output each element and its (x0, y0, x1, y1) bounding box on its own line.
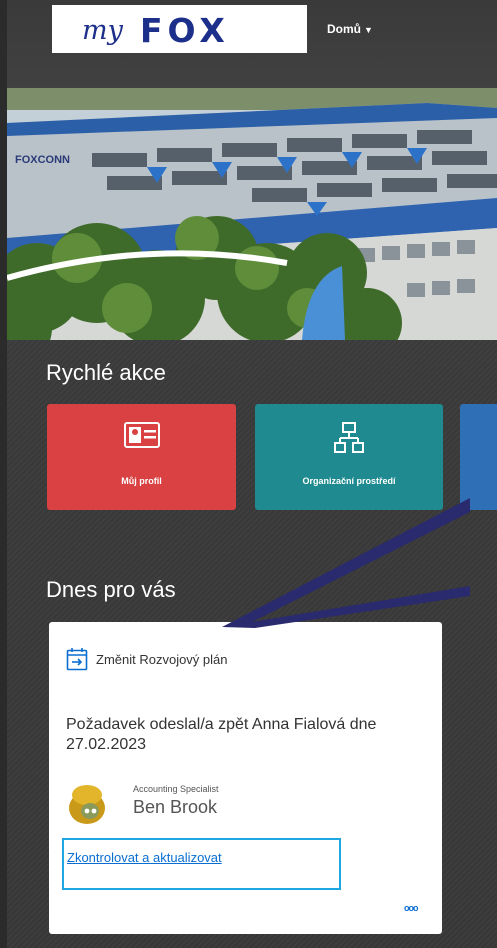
annotation-arrow (222, 498, 470, 628)
